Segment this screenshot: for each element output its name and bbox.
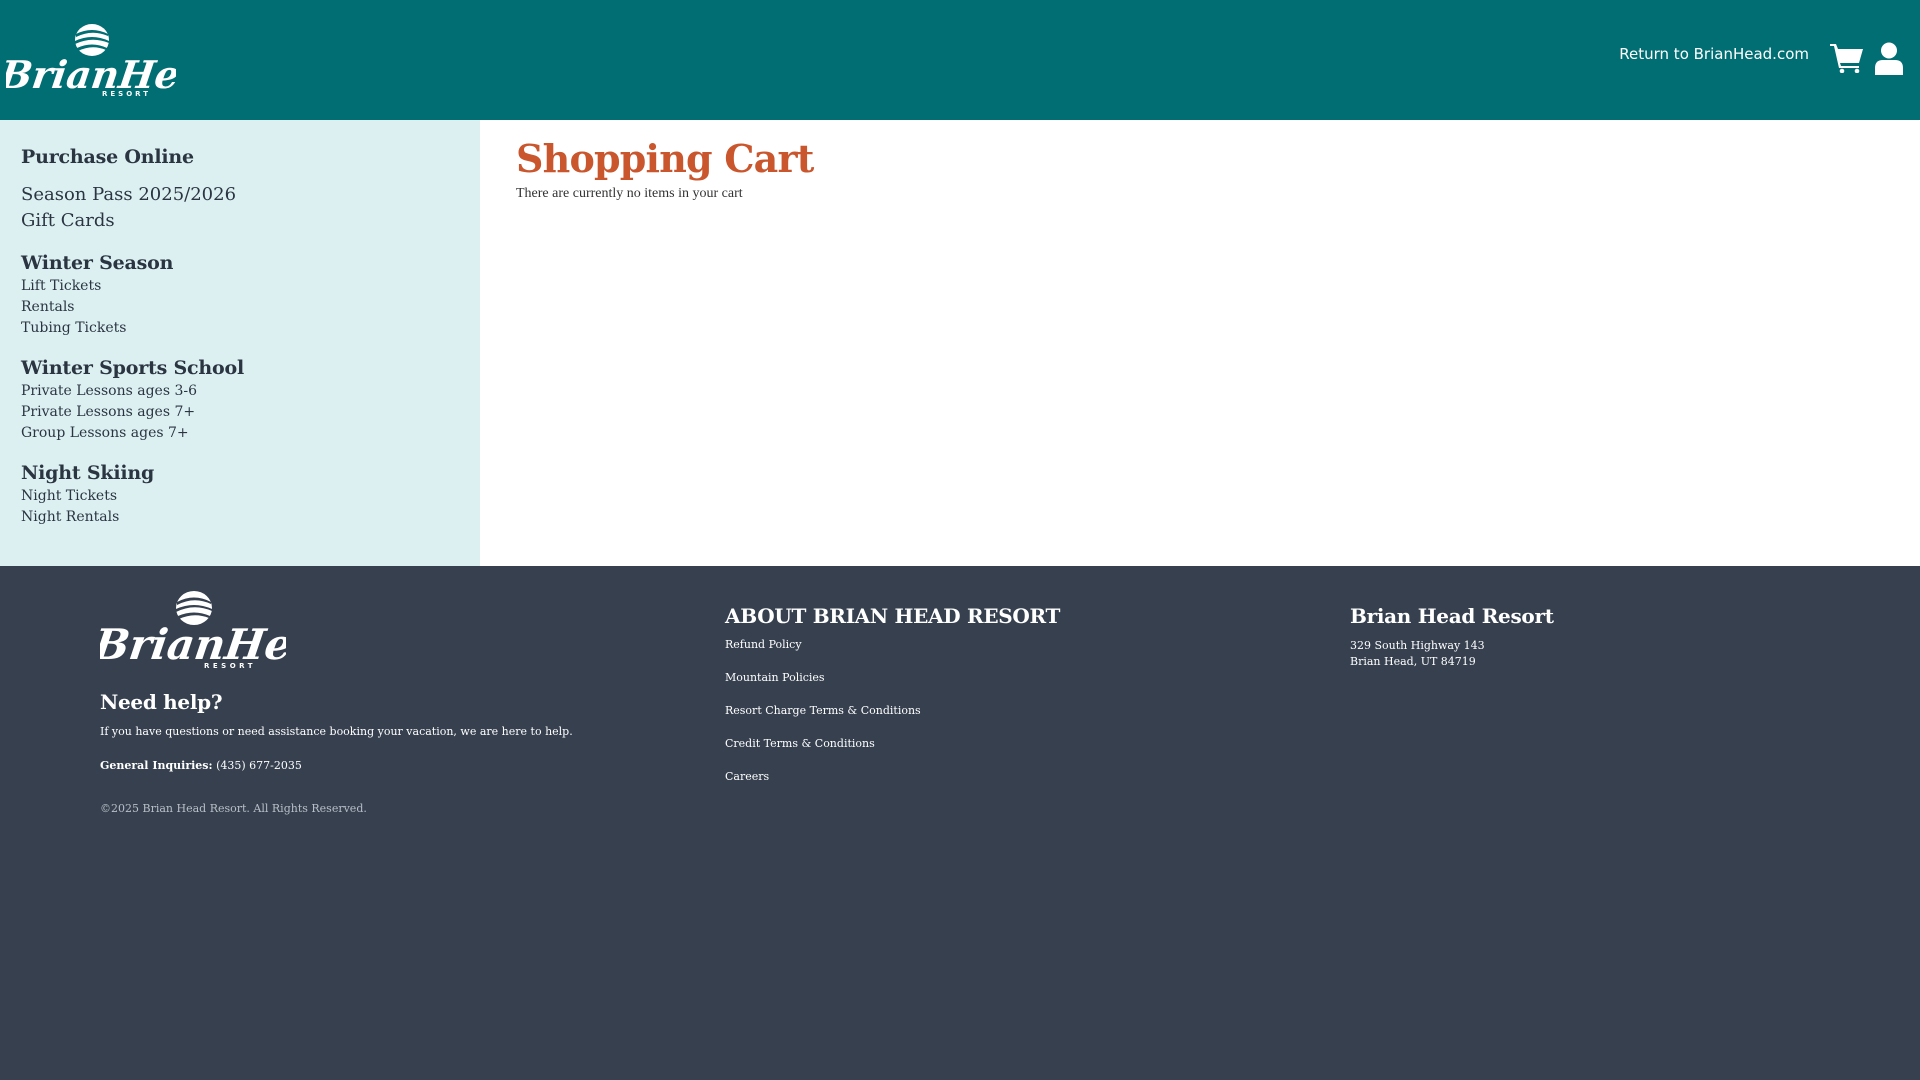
inquiries-label: General Inquiries: xyxy=(100,759,213,772)
sidebar-item-night-rentals[interactable]: Night Rentals xyxy=(21,507,480,528)
refund-policy-link[interactable]: Refund Policy xyxy=(725,638,1060,671)
page-title: Shopping Cart xyxy=(516,136,814,181)
svg-text:RESORT: RESORT xyxy=(204,662,256,670)
resort-address-column: Brian Head Resort 329 South Highway 143 … xyxy=(1350,604,1554,670)
sidebar-item-private-lessons-7-plus[interactable]: Private Lessons ages 7+ xyxy=(21,402,480,423)
winter-season-heading: Winter Season xyxy=(21,252,174,274)
site-footer: BrianHead RESORT Need help? If you have … xyxy=(0,566,1920,1080)
winter-season-group: Winter Season Lift Tickets Rentals Tubin… xyxy=(21,252,480,339)
sidebar-item-gift-cards[interactable]: Gift Cards xyxy=(21,208,480,234)
sidebar-item-tubing-tickets[interactable]: Tubing Tickets xyxy=(21,318,480,339)
sidebar-item-night-tickets[interactable]: Night Tickets xyxy=(21,486,480,507)
main-content: Shopping Cart There are currently no ite… xyxy=(480,120,1920,566)
empty-cart-message: There are currently no items in your car… xyxy=(516,186,743,201)
help-text: If you have questions or need assistance… xyxy=(100,725,573,738)
shopping-cart-icon[interactable] xyxy=(1830,43,1863,73)
svg-text:RESORT: RESORT xyxy=(102,90,151,98)
sidebar-item-group-lessons-7-plus[interactable]: Group Lessons ages 7+ xyxy=(21,423,480,444)
night-skiing-group: Night Skiing Night Tickets Night Rentals xyxy=(21,462,480,528)
credit-terms-link[interactable]: Credit Terms & Conditions xyxy=(725,737,1060,770)
about-heading: ABOUT BRIAN HEAD RESORT xyxy=(725,604,1061,628)
resort-charge-terms-link[interactable]: Resort Charge Terms & Conditions xyxy=(725,704,1060,737)
user-account-icon[interactable] xyxy=(1875,42,1903,75)
address-line-1: 329 South Highway 143 xyxy=(1350,639,1485,652)
site-header: BrianHead RESORT Return to BrianHead.com xyxy=(0,0,1920,120)
footer-brian-head-logo[interactable]: BrianHead RESORT xyxy=(100,588,286,670)
address-line-2: Brian Head, UT 84719 xyxy=(1350,655,1476,668)
night-skiing-heading: Night Skiing xyxy=(21,462,155,484)
svg-text:BrianHead: BrianHead xyxy=(100,619,286,669)
inquiries-phone[interactable]: (435) 677-2035 xyxy=(216,759,302,772)
sidebar-item-private-lessons-3-6[interactable]: Private Lessons ages 3-6 xyxy=(21,381,480,402)
resort-heading: Brian Head Resort xyxy=(1350,604,1554,628)
sidebar-item-lift-tickets[interactable]: Lift Tickets xyxy=(21,276,480,297)
purchase-online-group: Purchase Online Season Pass 2025/2026 Gi… xyxy=(21,146,480,234)
careers-link[interactable]: Careers xyxy=(725,770,1060,803)
sidebar-nav: Purchase Online Season Pass 2025/2026 Gi… xyxy=(0,120,480,566)
winter-sports-school-group: Winter Sports School Private Lessons age… xyxy=(21,357,480,444)
sidebar-item-rentals[interactable]: Rentals xyxy=(21,297,480,318)
return-to-brianhead-link[interactable]: Return to BrianHead.com xyxy=(1619,45,1809,63)
sidebar-item-season-pass[interactable]: Season Pass 2025/2026 xyxy=(21,182,480,208)
copyright-text: ©2025 Brian Head Resort. All Rights Rese… xyxy=(100,802,367,815)
about-column: ABOUT BRIAN HEAD RESORT Refund Policy Mo… xyxy=(725,604,1060,803)
general-inquiries: General Inquiries: (435) 677-2035 xyxy=(100,759,302,772)
winter-sports-school-heading: Winter Sports School xyxy=(21,357,244,379)
mountain-policies-link[interactable]: Mountain Policies xyxy=(725,671,1060,704)
need-help-heading: Need help? xyxy=(100,690,223,714)
brian-head-logo[interactable]: BrianHead RESORT xyxy=(6,20,176,98)
purchase-online-heading: Purchase Online xyxy=(21,146,194,168)
